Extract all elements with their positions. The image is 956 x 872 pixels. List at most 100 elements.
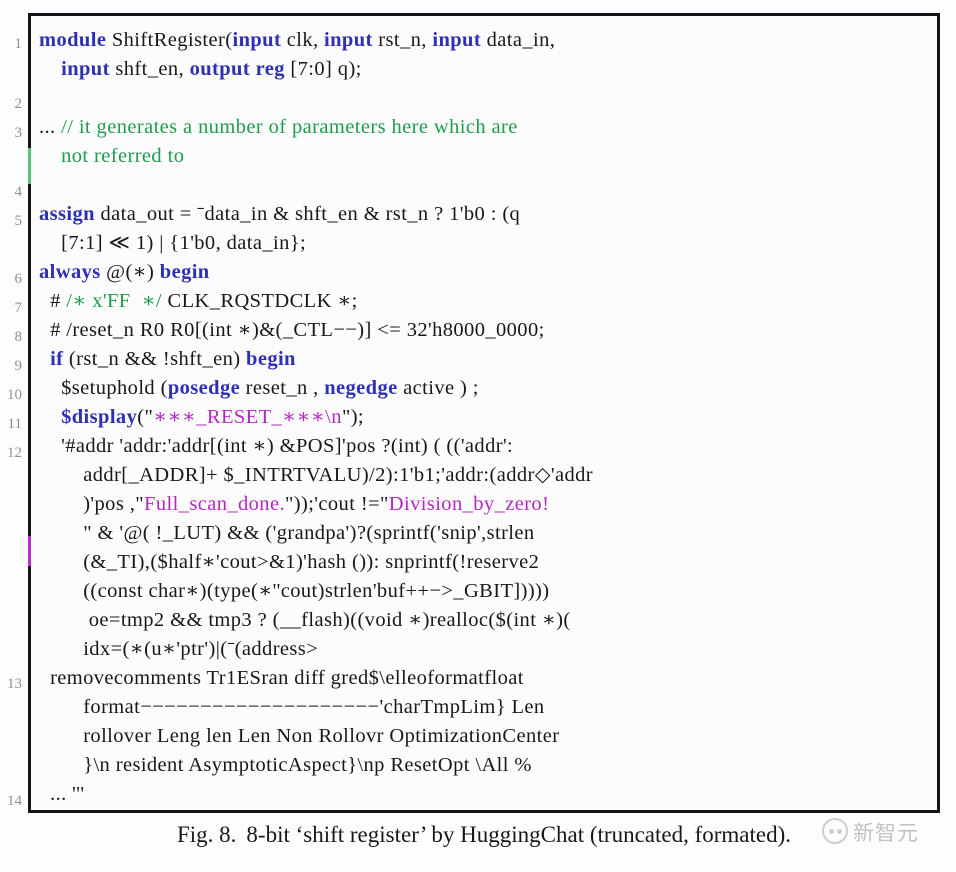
code-line: # /reset_n R0 R0[(int ∗)&(_CTL−−)] <= 32… [39,316,929,345]
code-line: $setuphold (posedge reset_n , negedge ac… [39,374,929,403]
code-token-cmt: /∗ x'FF ∗/ [66,290,163,312]
code-token-plain: idx=(∗(u∗'ptr')|(ˉ(address> [83,638,319,660]
code-token-kw: if [50,348,64,370]
line-number: 1 [14,36,23,52]
code-line: ... ''' [39,780,929,809]
line-number: 12 [7,445,22,461]
code-token-cmt: // it generates a number of parameters h… [61,116,518,138]
code-token-plain: ((const char∗)(type(∗''cout)strlen'buf++… [83,580,550,602]
code-token-str: Full_scan_done. [144,493,285,515]
code-token-str: ∗∗∗_RESET_∗∗∗\n [153,406,342,428]
code-token-kw: posedge [167,377,241,399]
line-number-gutter: 1 2 3 4 5 6 7 8 9 10 11 12 13 14 [0,13,24,813]
code-token-kw: output [189,58,251,80]
code-token-kw: always [39,261,101,283]
line-number: 4 [14,184,23,200]
code-line: if (rst_n && !shft_en) begin [39,345,929,374]
code-token-plain: # /reset_n R0 R0[(int ∗)&(_CTL−−)] <= 32… [50,319,545,341]
code-token-plain: active ) ; [397,377,479,399]
code-token-plain: rollover Leng len Len Non Rollovr Optimi… [83,725,560,747]
code-token-kw: module [39,29,107,51]
code-token-plain: rst_n, [372,29,433,51]
code-line: oe=tmp2 && tmp3 ? (__flash)((void ∗)real… [39,606,929,635]
code-line: (&_TI),($half∗'cout>&1)'hash ()): snprin… [39,548,929,577]
figure-caption: Fig. 8. 8-bit ‘shift register’ by Hugging… [28,822,940,848]
code-token-cmt: not referred to [61,145,185,167]
code-block: module ShiftRegister(input clk, input rs… [31,16,937,810]
figure-page: 1 2 3 4 5 6 7 8 9 10 11 12 13 14 module ShiftRegister… [0,0,956,872]
code-line: # /∗ x'FF ∗/ CLK_RQSTDCLK ∗; [39,287,929,316]
code-line: addr[_ADDR]+ $_INTRTVALU)/2):1'b1;'addr:… [39,461,929,490]
code-line: [7:1] ≪ 1) | {1'b0, data_in}; [39,229,929,258]
code-token-kw: $display [61,406,138,428]
code-token-plain: [7:0] q); [284,58,362,80]
code-line: '#addr 'addr:'addr[(int ∗) &POS]'pos ?(i… [39,432,929,461]
code-line: always @(∗) begin [39,258,929,287]
figure-number: Fig. 8. [176,822,237,847]
code-line: module ShiftRegister(input clk, input rs… [39,26,929,55]
code-token-plain: }\n resident AsymptoticAspect}\np ResetO… [83,754,532,776]
code-figure-box: module ShiftRegister(input clk, input rs… [28,13,940,813]
code-token-plain: ShiftRegister( [106,29,233,51]
line-number: 7 [14,300,23,316]
code-token-plain: removecomments Tr1ESran diff gred$\elleo… [50,667,524,689]
line-number: 3 [14,125,23,141]
code-token-kw: input [232,29,282,51]
code-token-plain: (" [137,406,154,428]
line-number: 11 [7,416,22,432]
line-number: 10 [7,387,22,403]
code-token-plain: data_out = ˉdata_in & shft_en & rst_n ? … [94,203,521,225]
code-token-plain: "); [341,406,365,428]
code-line: ... // it generates a number of paramete… [39,113,929,142]
code-token-kw: assign [39,203,95,225]
code-token-plain: CLK_RQSTDCLK ∗; [162,290,358,312]
code-token-plain: clk, [281,29,325,51]
code-token-plain: addr[_ADDR]+ $_INTRTVALU)/2):1'b1;'addr:… [83,464,594,486]
code-token-plain: (rst_n && !shft_en) [63,348,247,370]
code-token-plain: data_in, [481,29,556,51]
code-line: )'pos ,"Full_scan_done."));'cout !="Divi… [39,490,929,519]
code-line: " & '@( !_LUT) && ('grandpa')?(sprintf('… [39,519,929,548]
code-token-kw: input [432,29,482,51]
code-token-kw: negedge [324,377,398,399]
code-line: $display("∗∗∗_RESET_∗∗∗\n"); [39,403,929,432]
code-token-plain: )'pos ," [83,493,145,515]
code-token-kw: begin [246,348,296,370]
line-number: 9 [14,358,23,374]
code-line: }\n resident AsymptoticAspect}\np ResetO… [39,751,929,780]
code-line: rollover Leng len Len Non Rollovr Optimi… [39,722,929,751]
code-line: ((const char∗)(type(∗''cout)strlen'buf++… [39,577,929,606]
line-number: 2 [14,96,23,112]
code-token-plain: '#addr 'addr:'addr[(int ∗) &POS]'pos ?(i… [61,435,514,457]
code-token-plain: " & '@( !_LUT) && ('grandpa')?(sprintf('… [83,522,535,544]
code-line: removecomments Tr1ESran diff gred$\elleo… [39,664,929,693]
code-token-kw: begin [159,261,210,283]
code-token-plain: # [50,290,67,312]
code-token-plain: ... ''' [50,783,85,805]
code-token-plain: [7:1] ≪ 1) | {1'b0, data_in}; [61,232,307,254]
line-number: 5 [14,213,23,229]
code-line: format−−−−−−−−−−−−−−−−−−−−'charTmpLim} L… [39,693,929,722]
line-number: 6 [14,271,23,287]
code-token-plain: (&_TI),($half∗'cout>&1)'hash ()): snprin… [83,551,540,573]
